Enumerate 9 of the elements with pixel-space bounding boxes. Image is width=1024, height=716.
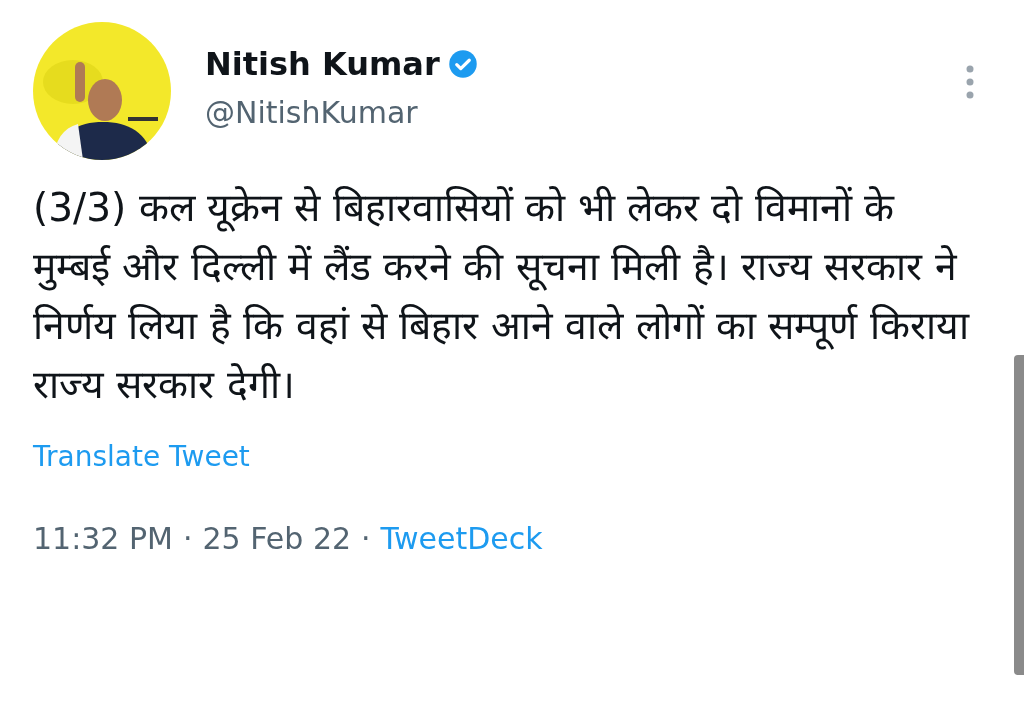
separator-dot: · bbox=[361, 520, 371, 558]
separator-dot: · bbox=[182, 520, 193, 558]
tweet-text: (3/3) कल यूक्रेन से बिहारवासियों को भी लेकर दो विमानों के मुम्बई और दिल्ली में लैंड करने की सूचना मिली है। राज्य सरकार ने निर्णय लिया है कि वहां से बिहार आने वाले लोगों का सम्पूर्ण किराया राज्य सरकार देगी। bbox=[33, 184, 971, 409]
scrollbar[interactable] bbox=[1014, 355, 1024, 675]
author-handle[interactable]: @NitishKumar bbox=[205, 94, 964, 132]
tweet-date: 25 Feb 22 bbox=[202, 520, 352, 558]
author-name[interactable]: Nitish Kumar bbox=[205, 44, 440, 84]
tweet-time: 11:32 PM bbox=[33, 520, 173, 558]
more-options-icon[interactable] bbox=[964, 64, 976, 100]
